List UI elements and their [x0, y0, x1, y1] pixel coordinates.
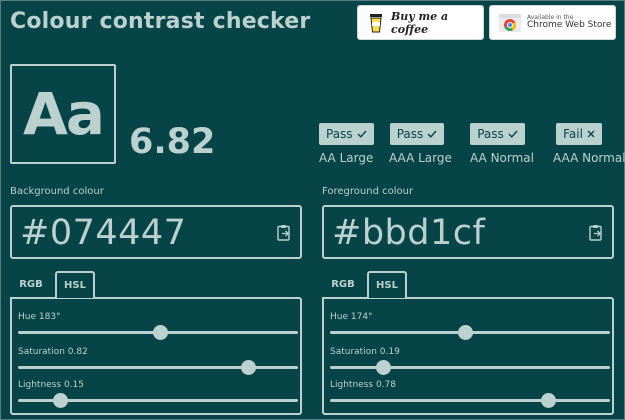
page-title: Colour contrast checker [10, 9, 311, 34]
cross-icon [587, 130, 595, 138]
hue-slider-label: Hue 183° [18, 312, 61, 322]
status-badge: Fail [556, 123, 602, 145]
check-level-label: AA Normal [470, 151, 534, 165]
coffee-cup-icon [369, 13, 383, 33]
slider-thumb[interactable] [458, 325, 474, 340]
slider-thumb[interactable] [53, 393, 68, 408]
tab-rgb[interactable]: RGB [11, 271, 51, 298]
status-badge: Pass [319, 123, 374, 145]
status-badge: Pass [389, 123, 445, 145]
hue-slider[interactable] [330, 325, 610, 340]
lightness-slider[interactable] [330, 393, 610, 408]
paste-clipboard-icon[interactable] [277, 224, 291, 241]
foreground-colour-label: Foreground colour [322, 186, 414, 197]
paste-clipboard-icon[interactable] [589, 224, 603, 241]
check-level-label: AAA Normal [553, 151, 625, 165]
slider-thumb[interactable] [240, 360, 256, 375]
status-badge: Pass [470, 123, 525, 145]
chrome-store-name: Chrome Web Store [527, 19, 612, 30]
check-icon [357, 130, 367, 138]
hue-slider-label: Hue 174° [330, 312, 373, 322]
lightness-slider-label: Lightness 0.15 [18, 380, 84, 390]
foreground-hex-value: #bbd1cf [332, 213, 486, 253]
check-level-label: AAA Large [389, 151, 452, 165]
lightness-slider-label: Lightness 0.78 [330, 380, 396, 390]
chrome-web-store-button[interactable]: Available in the Chrome Web Store [489, 5, 616, 40]
saturation-slider[interactable] [18, 360, 298, 375]
saturation-slider-label: Saturation 0.19 [330, 347, 400, 357]
check-icon [508, 130, 518, 138]
chrome-web-store-icon [499, 13, 521, 32]
hue-slider[interactable] [18, 325, 298, 340]
foreground-tabs: RGB HSL [322, 271, 614, 298]
slider-thumb[interactable] [541, 393, 557, 408]
lightness-slider[interactable] [18, 393, 298, 408]
background-hsl-panel: Hue 183° Saturation 0.82 Lightness 0.15 [10, 297, 302, 415]
slider-thumb[interactable] [376, 360, 392, 375]
foreground-hex-input[interactable]: #bbd1cf [322, 205, 614, 259]
check-aaa-normal: Fail AAA Normal [553, 123, 625, 165]
saturation-slider-label: Saturation 0.82 [18, 347, 88, 357]
check-aa-normal: Pass AA Normal [470, 123, 534, 165]
coffee-label: Buy me a coffee [391, 9, 449, 36]
check-icon [427, 130, 437, 138]
tab-rgb[interactable]: RGB [323, 271, 363, 298]
contrast-preview-sample: Aa [10, 64, 116, 164]
buy-me-a-coffee-button[interactable]: Buy me a coffee [357, 5, 484, 40]
saturation-slider[interactable] [330, 360, 610, 375]
contrast-ratio: 6.82 [129, 122, 216, 162]
background-hex-input[interactable]: #074447 [10, 205, 302, 259]
background-tabs: RGB HSL [10, 271, 302, 298]
tab-hsl[interactable]: HSL [367, 271, 407, 298]
slider-thumb[interactable] [153, 325, 169, 340]
check-aaa-large: Pass AAA Large [389, 123, 452, 165]
background-hex-value: #074447 [20, 213, 187, 253]
background-colour-label: Background colour [10, 186, 104, 197]
check-aa-large: Pass AA Large [319, 123, 374, 165]
tab-hsl[interactable]: HSL [55, 271, 95, 298]
foreground-hsl-panel: Hue 174° Saturation 0.19 Lightness 0.78 [322, 297, 614, 415]
check-level-label: AA Large [319, 151, 374, 165]
